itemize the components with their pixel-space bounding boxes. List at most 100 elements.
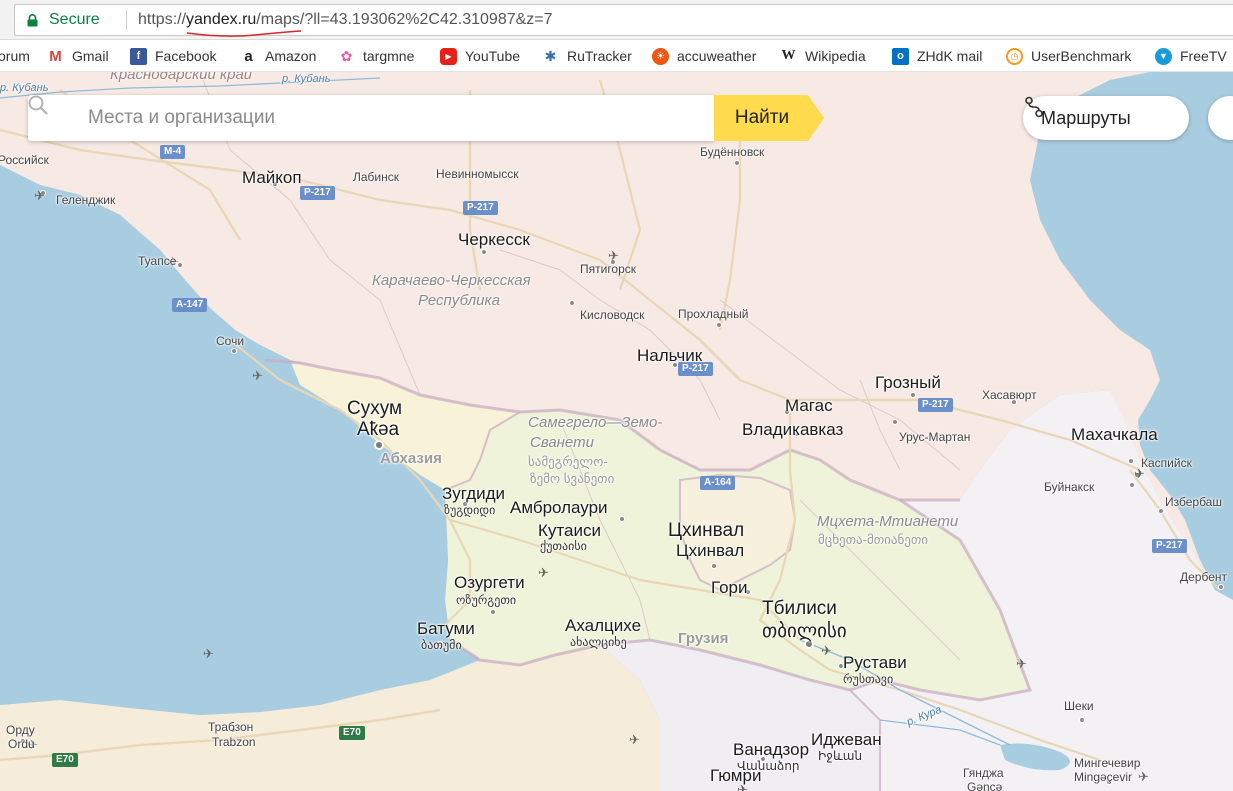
city-label: Իջևան	[818, 749, 863, 763]
targmne-icon: ✿	[338, 47, 355, 65]
routes-button[interactable]: Маршруты	[1023, 96, 1189, 140]
region-label: სამეგრელო-	[528, 454, 608, 469]
road-shield: E70	[339, 726, 365, 740]
security-label: Secure	[49, 11, 100, 28]
road-shield: P-217	[463, 201, 498, 215]
city-label: Пятигорск	[580, 262, 637, 276]
bookmark-gmail[interactable]: M Gmail	[47, 46, 109, 66]
city-label: Туапсе	[138, 254, 177, 268]
city-label: Gəncə	[967, 780, 1003, 791]
bookmark-amazon[interactable]: a Amazon	[240, 46, 316, 66]
bookmark-zhdk-mail[interactable]: o ZHdK mail	[892, 46, 982, 66]
city-label: Буйнакск	[1044, 480, 1095, 494]
region-label: Карачаево-Черкесская	[372, 272, 531, 289]
search-button[interactable]: Найти	[714, 95, 824, 141]
userbenchmark-icon: ◷	[1006, 47, 1023, 65]
city-dot	[619, 516, 625, 522]
road-shield: P-217	[1152, 539, 1187, 553]
city-label: Гюмри	[710, 766, 762, 785]
bookmark-accuweather[interactable]: ☀ accuweather	[652, 46, 756, 66]
rutracker-icon: ✱	[542, 47, 559, 65]
city-label: Российск	[0, 153, 49, 167]
city-label: Амбролаури	[510, 498, 608, 517]
bookmark-forum[interactable]: orum	[0, 46, 30, 66]
url-text[interactable]: https://yandex.ru/maps/?ll=43.193062%2C4…	[138, 11, 553, 29]
city-label: Трабзон	[208, 720, 254, 734]
airport-icon: ✈	[1016, 656, 1027, 671]
bookmarks-bar: orum M Gmail f Facebook a Amazon ✿ targmne ▶…	[0, 40, 1233, 72]
city-dot	[490, 609, 496, 615]
city-label: Владикавказ	[742, 420, 844, 439]
road-shield: M-4	[160, 145, 186, 159]
city-label: Кутаиси	[538, 521, 601, 540]
airport-icon: ✈	[203, 646, 214, 661]
city-dot	[716, 322, 722, 328]
city-label: Махачкала	[1071, 425, 1158, 444]
map-canvas[interactable]: M-4 P-217 P-217 A-147 P-217 P-217 A-164 …	[0, 72, 1233, 791]
bookmark-youtube[interactable]: ▶ YouTube	[440, 46, 520, 66]
river-label: р. Кубань	[0, 82, 49, 94]
bookmark-targmne[interactable]: ✿ targmne	[338, 46, 414, 66]
outlook-icon: o	[892, 47, 909, 65]
city-label: ოზურგეთი	[456, 593, 517, 607]
river-label: р. Кубань	[282, 73, 331, 85]
city-dot	[569, 300, 575, 306]
bookmark-label: orum	[0, 48, 30, 64]
airport-icon: ✈	[1138, 769, 1149, 784]
city-label: Аҟәа	[357, 419, 400, 440]
city-label: Рустави	[843, 653, 907, 672]
city-label: Trabzon	[212, 735, 256, 749]
city-label: Нальчик	[637, 346, 703, 365]
city-label: Ordu	[8, 737, 35, 751]
city-dot	[711, 563, 717, 569]
search-input[interactable]	[88, 95, 698, 141]
airport-icon: ✈	[821, 643, 832, 658]
url-path: /maps/?ll=43.193062%2C42.310987&z=7	[256, 11, 553, 28]
road-shield: A-147	[172, 298, 208, 312]
bookmark-label: Wikipedia	[805, 48, 866, 64]
road-shield: P-217	[300, 186, 335, 200]
capital-dot	[374, 440, 384, 450]
city-label: Майкоп	[242, 168, 302, 187]
road-shield: A-164	[700, 476, 736, 490]
bookmark-facebook[interactable]: f Facebook	[130, 46, 216, 66]
city-label: Избербаш	[1165, 495, 1222, 509]
youtube-icon: ▶	[440, 47, 457, 65]
address-bar: Secure https://yandex.ru/maps/?ll=43.193…	[0, 0, 1233, 40]
region-label: Сванети	[530, 434, 594, 451]
omnibox[interactable]: Secure https://yandex.ru/maps/?ll=43.193…	[14, 4, 1233, 37]
bookmark-label: Amazon	[265, 48, 317, 64]
city-label: Mingəçevir	[1074, 770, 1133, 784]
city-label: Магас	[785, 396, 833, 415]
city-dot	[1079, 717, 1085, 723]
lock-icon	[27, 14, 38, 27]
routes-label: Маршруты	[1041, 107, 1131, 128]
url-scheme: https://	[138, 11, 187, 28]
city-label: Ванадзор	[733, 740, 810, 759]
facebook-icon: f	[130, 47, 147, 65]
url-host: yandex.ru	[186, 11, 257, 28]
airport-icon: ✈	[629, 732, 640, 747]
bookmark-wikipedia[interactable]: W Wikipedia	[780, 46, 866, 66]
city-label: Орду	[6, 723, 35, 737]
city-label: Каспийск	[1141, 456, 1192, 470]
bookmark-freetv[interactable]: ▼ FreeTV	[1155, 46, 1227, 66]
city-label: Шеки	[1064, 699, 1094, 713]
city-dot	[1158, 508, 1164, 514]
bookmark-label: Facebook	[155, 48, 217, 64]
bookmark-label: Gmail	[72, 48, 109, 64]
road-shield: E70	[52, 753, 78, 767]
city-label: Дербент	[1180, 570, 1228, 584]
city-label: Ахалцихе	[565, 616, 642, 635]
city-label: ახალციხე	[570, 635, 627, 649]
country-label: Грузия	[678, 630, 729, 647]
bookmark-rutracker[interactable]: ✱ RuTracker	[542, 46, 632, 66]
road-shield: P-217	[918, 398, 953, 412]
bookmark-userbenchmark[interactable]: ◷ UserBenchmark	[1006, 46, 1131, 66]
city-label: Невинномысск	[436, 167, 519, 181]
browser-chrome: Secure https://yandex.ru/maps/?ll=43.193…	[0, 0, 1233, 72]
bookmark-label: RuTracker	[567, 48, 632, 64]
city-dot	[1128, 458, 1134, 464]
city-label: Цхинвал	[668, 520, 745, 541]
city-label: Зугдиди	[442, 484, 506, 503]
